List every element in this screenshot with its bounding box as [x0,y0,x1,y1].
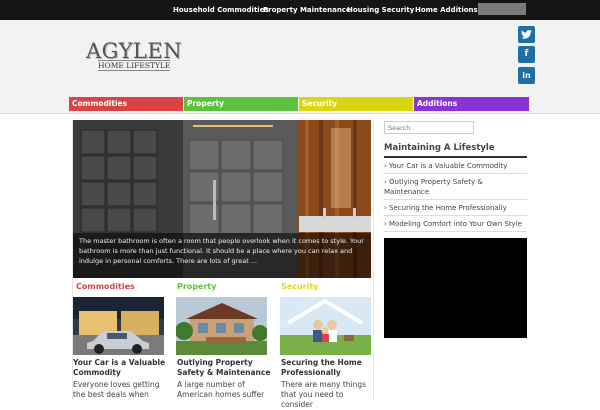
top-nav-property-maintenance[interactable]: Property Maintenance [263,3,351,17]
linkedin-icon[interactable]: in [518,67,535,84]
card-image-car[interactable] [73,297,164,355]
site-logo[interactable]: AGYLEN HOME LIFESTYLE [86,39,182,73]
card-image-family[interactable] [280,297,371,355]
main-nav-property[interactable]: Property [184,97,298,111]
card-category-commodities[interactable]: Commodities [76,282,135,291]
card-image-house[interactable] [176,297,267,355]
video-embed[interactable] [384,238,527,338]
sidebar-link-comfort[interactable]: › Modeling Comfort into Your Own Style [384,219,527,229]
sidebar-divider [384,215,527,216]
main-nav-additions[interactable]: Additions [414,97,529,111]
sidebar-divider [384,199,527,200]
top-search-input[interactable] [478,3,526,15]
logo-sub-text: HOME LIFESTYLE [98,60,171,71]
sidebar-link-car[interactable]: › Your Car is a Valuable Commodity [384,161,527,171]
card-category-security[interactable]: Security [281,282,318,291]
card-excerpt-security: There are many things that you need to c… [281,380,367,409]
top-nav-household-commodities[interactable]: Household Commodities [173,3,269,17]
card-category-property[interactable]: Property [177,282,216,291]
top-nav-housing-security[interactable]: Housing Security [347,3,414,17]
sidebar-link-security[interactable]: › Securing the Home Professionally [384,203,527,213]
card-title-property[interactable]: Outlying Property Safety & Maintenance [177,358,272,378]
twitter-icon[interactable] [518,26,535,43]
sidebar-link-property[interactable]: › Outlying Property Safety & Maintenance [384,177,527,197]
facebook-icon[interactable]: f [518,46,535,63]
card-title-car[interactable]: Your Car is a Valuable Commodity [73,358,168,378]
featured-slide[interactable]: The master bathroom is often a room that… [73,120,371,278]
main-nav-security[interactable]: Security [299,97,413,111]
sidebar-heading: Maintaining A Lifestyle [384,143,527,158]
sidebar-divider [384,231,527,232]
sidebar-divider [384,173,527,174]
featured-caption: The master bathroom is often a room that… [73,233,371,278]
top-nav-home-additions[interactable]: Home Additions [415,3,478,17]
card-excerpt-car: Everyone loves getting the best deals wh… [73,380,160,399]
card-excerpt-property: A large number of American homes suffer [177,380,265,399]
card-title-security[interactable]: Securing the Home Professionally [281,358,376,378]
sidebar-search-input[interactable] [384,121,474,134]
main-nav-commodities[interactable]: Commodities [69,97,183,111]
